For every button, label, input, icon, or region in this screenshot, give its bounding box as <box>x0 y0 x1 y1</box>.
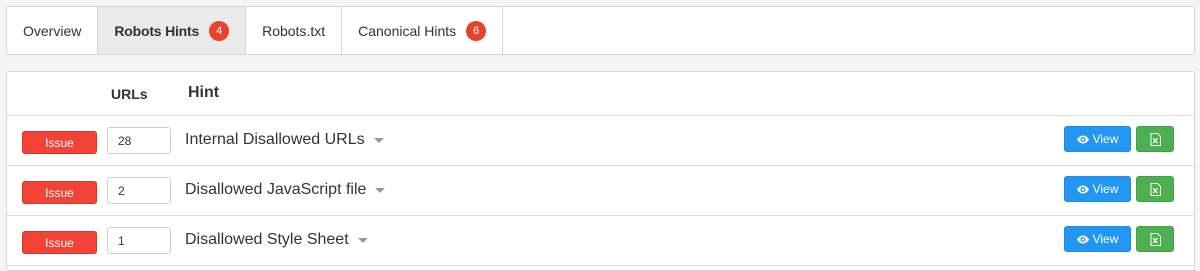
view-button-label: View <box>1092 132 1119 146</box>
caret-down-icon <box>375 187 386 193</box>
view-button[interactable]: View <box>1064 226 1131 252</box>
tab-robots-hints[interactable]: Robots Hints 4 <box>98 7 247 54</box>
column-header-hint: Hint <box>188 84 220 101</box>
tab-label: Robots.txt <box>262 22 326 39</box>
issue-badge: Issue <box>22 131 97 154</box>
tab-bar: Overview Robots Hints 4 Robots.txt Canon… <box>6 6 1195 55</box>
tab-label: Robots Hints <box>114 22 200 39</box>
issue-badge: Issue <box>22 181 97 204</box>
caret-down-icon <box>357 237 368 243</box>
tab-label: Canonical Hints <box>358 22 457 39</box>
eye-icon <box>1076 135 1089 143</box>
eye-icon <box>1076 185 1089 193</box>
excel-file-icon <box>1150 182 1161 196</box>
export-excel-button[interactable] <box>1136 176 1174 202</box>
hint-dropdown[interactable]: Disallowed Style Sheet <box>185 231 368 249</box>
tab-count-badge: 6 <box>466 20 487 41</box>
hint-label: Internal Disallowed URLs <box>185 131 365 148</box>
excel-file-icon <box>1150 232 1161 246</box>
table-row: Issue 1 Disallowed Style Sheet View <box>7 216 1194 266</box>
tab-count-badge: 4 <box>209 20 230 41</box>
tab-overview[interactable]: Overview <box>7 7 99 54</box>
caret-down-icon <box>373 137 384 143</box>
view-button[interactable]: View <box>1064 126 1131 152</box>
export-excel-button[interactable] <box>1136 226 1174 252</box>
table-row: Issue 2 Disallowed JavaScript file View <box>7 166 1194 216</box>
url-count-field: 28 <box>107 127 171 154</box>
url-count-field: 2 <box>107 177 171 204</box>
hints-table: URLs Hint Issue 28 Internal Disallowed U… <box>6 71 1195 271</box>
view-button-label: View <box>1092 182 1119 196</box>
tab-robots-txt[interactable]: Robots.txt <box>246 7 343 54</box>
table-row: Issue 28 Internal Disallowed URLs View <box>7 116 1194 166</box>
hint-dropdown[interactable]: Internal Disallowed URLs <box>185 131 384 149</box>
issue-badge: Issue <box>22 231 97 254</box>
table-header: URLs Hint <box>7 72 1194 116</box>
hint-label: Disallowed JavaScript file <box>185 181 367 198</box>
hint-dropdown[interactable]: Disallowed JavaScript file <box>185 181 386 199</box>
hint-label: Disallowed Style Sheet <box>185 231 349 248</box>
column-header-urls: URLs <box>111 86 148 102</box>
eye-icon <box>1076 235 1089 243</box>
view-button[interactable]: View <box>1064 176 1131 202</box>
tab-label: Overview <box>23 22 82 39</box>
excel-file-icon <box>1150 132 1161 146</box>
url-count-field: 1 <box>107 227 171 254</box>
tab-canonical-hints[interactable]: Canonical Hints 6 <box>342 7 504 54</box>
view-button-label: View <box>1092 232 1119 246</box>
export-excel-button[interactable] <box>1136 126 1174 152</box>
